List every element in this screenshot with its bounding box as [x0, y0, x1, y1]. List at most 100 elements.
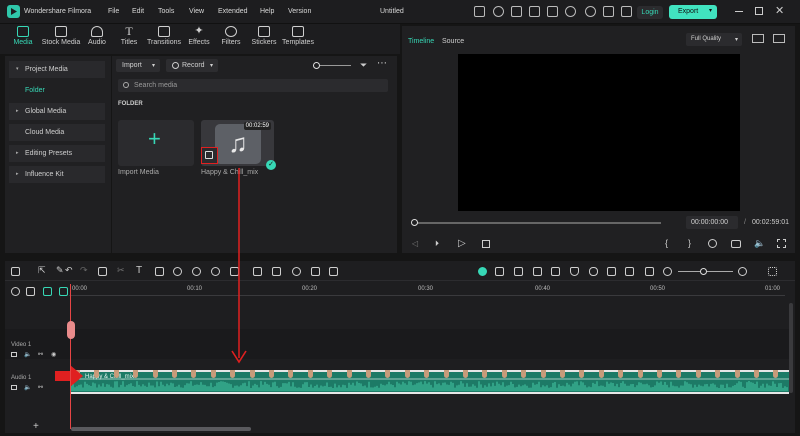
- audio-lock-icon[interactable]: [11, 385, 17, 390]
- microphone-icon[interactable]: [589, 267, 598, 276]
- camera-icon[interactable]: [731, 240, 741, 248]
- close-button[interactable]: ✕: [775, 4, 784, 17]
- tool-titles[interactable]: T Titles: [117, 25, 141, 46]
- subtitle-icon[interactable]: [645, 267, 654, 276]
- split-icon[interactable]: ✂: [117, 265, 126, 275]
- menu-tools[interactable]: Tools: [158, 8, 174, 15]
- speed-icon[interactable]: [173, 267, 182, 276]
- tool-templates[interactable]: Templates: [281, 26, 315, 46]
- scene-detect-icon[interactable]: [514, 267, 523, 276]
- tool-media[interactable]: Media: [10, 26, 36, 46]
- playback-handle[interactable]: [411, 219, 418, 226]
- zoom-out-icon[interactable]: [663, 267, 672, 276]
- mask-icon[interactable]: [292, 267, 301, 276]
- audio-mute-icon[interactable]: 🔈: [24, 384, 31, 391]
- playhead-handle[interactable]: [67, 321, 75, 339]
- login-button[interactable]: Login: [637, 6, 663, 19]
- playback-progress[interactable]: [411, 219, 661, 226]
- video-lock-icon[interactable]: [11, 352, 17, 357]
- menu-extended[interactable]: Extended: [218, 8, 248, 15]
- crop-icon[interactable]: [155, 267, 164, 276]
- more-icon[interactable]: ⋯: [377, 58, 387, 69]
- save-icon[interactable]: [529, 6, 540, 17]
- add-track-button[interactable]: +: [33, 421, 39, 432]
- compare-view-icon[interactable]: [752, 34, 764, 43]
- mark-in-icon[interactable]: {: [665, 238, 668, 248]
- playhead-line[interactable]: [70, 284, 71, 429]
- cloud-icon[interactable]: [565, 6, 576, 17]
- snap-icon[interactable]: [59, 287, 68, 296]
- stabilize-icon[interactable]: [311, 267, 320, 276]
- delete-icon[interactable]: [98, 267, 107, 276]
- add-to-timeline-icon[interactable]: [201, 147, 218, 164]
- menu-view[interactable]: View: [189, 8, 204, 15]
- freeze-icon[interactable]: [211, 267, 220, 276]
- layout-icon[interactable]: [511, 6, 522, 17]
- mark-out-icon[interactable]: }: [688, 238, 691, 248]
- ai-tool-icon[interactable]: [253, 267, 262, 276]
- zoom-in-icon[interactable]: [738, 267, 747, 276]
- play-icon[interactable]: ▷: [458, 238, 466, 249]
- auto-beat-icon[interactable]: [495, 267, 504, 276]
- sidebar-item-global-media[interactable]: ▸ Global Media: [9, 103, 105, 120]
- sidebar-item-editing-presets[interactable]: ▸ Editing Presets: [9, 145, 105, 162]
- select-tool-icon[interactable]: ⇱: [38, 265, 47, 275]
- fullscreen-icon[interactable]: [777, 239, 786, 248]
- menu-help[interactable]: Help: [260, 8, 274, 15]
- import-media-tile[interactable]: +: [118, 120, 194, 166]
- zoom-slider[interactable]: [313, 62, 351, 69]
- zoom-slider-handle[interactable]: [313, 62, 320, 69]
- link-icon[interactable]: [26, 287, 35, 296]
- tool-audio[interactable]: Audio: [85, 26, 109, 46]
- volume-icon[interactable]: 🔈: [754, 238, 765, 249]
- sidebar-item-cloud-media[interactable]: Cloud Media: [9, 124, 105, 141]
- video-link-icon[interactable]: ⚯: [38, 351, 43, 358]
- video-eye-icon[interactable]: ◉: [51, 351, 56, 358]
- timeline-zoom-slider[interactable]: [678, 268, 733, 275]
- tool-filters[interactable]: Filters: [219, 26, 243, 46]
- import-dropdown[interactable]: Import ▾: [116, 59, 160, 72]
- tool-effects[interactable]: ✦ Effects: [186, 26, 212, 47]
- track-settings-icon[interactable]: [11, 287, 20, 296]
- search-input[interactable]: Search media: [118, 79, 388, 92]
- export-button[interactable]: Export ▾: [669, 5, 717, 19]
- timeline-zoom-handle[interactable]: [700, 268, 707, 275]
- duration-icon[interactable]: [192, 267, 201, 276]
- tab-source[interactable]: Source: [442, 38, 464, 45]
- snapshot-view-icon[interactable]: [773, 34, 785, 43]
- record-dropdown[interactable]: Record ▾: [166, 59, 218, 72]
- quality-dropdown[interactable]: Full Quality ▾: [686, 33, 742, 46]
- layout-grid-icon[interactable]: [11, 267, 20, 276]
- pen-tool-icon[interactable]: ✎: [56, 265, 65, 275]
- video-mute-icon[interactable]: 🔈: [24, 351, 31, 358]
- redo-icon[interactable]: ↷: [80, 265, 89, 275]
- text-icon[interactable]: T: [136, 265, 145, 276]
- prev-frame-icon[interactable]: ◁: [412, 239, 418, 248]
- filter-icon[interactable]: ⏷: [360, 60, 367, 71]
- menu-edit[interactable]: Edit: [132, 8, 144, 15]
- tool-stock-media[interactable]: Stock Media: [39, 26, 83, 46]
- magnet-icon[interactable]: [43, 287, 52, 296]
- cart-icon[interactable]: [621, 6, 632, 17]
- undo-icon[interactable]: ↶: [65, 265, 74, 275]
- stop-icon[interactable]: [482, 240, 490, 248]
- timeline-settings-icon[interactable]: [768, 267, 777, 276]
- audio-link-icon[interactable]: ⚯: [38, 384, 43, 391]
- video-preview[interactable]: [458, 54, 740, 211]
- ai-copilot-icon[interactable]: [478, 267, 487, 276]
- audio-mix-icon[interactable]: [607, 267, 616, 276]
- account-icon[interactable]: [493, 6, 504, 17]
- sidebar-item-influence-kit[interactable]: ▸ Influence Kit: [9, 166, 105, 183]
- step-back-icon[interactable]: ⏵: [435, 239, 439, 249]
- vertical-scrollbar[interactable]: [789, 303, 793, 393]
- tab-timeline[interactable]: Timeline: [408, 38, 434, 45]
- menu-file[interactable]: File: [108, 8, 119, 15]
- green-screen-icon[interactable]: [551, 267, 560, 276]
- tool-transitions[interactable]: Transitions: [146, 26, 182, 46]
- support-icon[interactable]: [585, 6, 596, 17]
- render-preview-icon[interactable]: [708, 239, 717, 248]
- maximize-button[interactable]: [755, 7, 763, 15]
- sidebar-item-project-media[interactable]: ▾ Project Media: [9, 61, 105, 78]
- horizontal-scrollbar[interactable]: [71, 427, 251, 431]
- tool-stickers[interactable]: Stickers: [249, 26, 279, 46]
